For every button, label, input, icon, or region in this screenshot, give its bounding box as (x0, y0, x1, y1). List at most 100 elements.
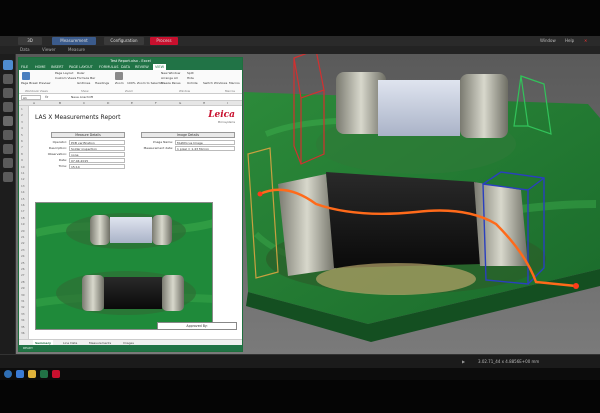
excel-window[interactable]: Test Report.xlsx - Excel FILE HOME INSER… (18, 57, 243, 352)
row-header[interactable]: 33 (21, 312, 25, 316)
layers-icon[interactable] (3, 74, 13, 84)
play-icon[interactable]: ▶ (462, 355, 465, 369)
las-icon[interactable] (52, 370, 60, 378)
row-header[interactable]: 5 (21, 133, 23, 137)
ribbon-freeze-panes[interactable]: Freeze Panes (161, 81, 181, 85)
row-header[interactable]: 2 (21, 113, 23, 117)
row-header[interactable]: 19 (21, 222, 25, 226)
fx-icon[interactable]: fx (45, 94, 48, 101)
tab-process[interactable]: Process (150, 37, 178, 45)
row-header[interactable]: 31 (21, 299, 25, 303)
row-header[interactable]: 27 (21, 273, 25, 277)
row-header[interactable]: 16 (21, 203, 25, 207)
image-icon[interactable] (3, 88, 13, 98)
help-menu[interactable]: Help (565, 37, 574, 45)
zoom-icon[interactable] (115, 72, 123, 80)
row-header[interactable]: 36 (21, 331, 25, 335)
ribbon-switch-windows[interactable]: Switch Windows (203, 81, 227, 85)
row-header[interactable]: 4 (21, 126, 23, 130)
ribbon-arrange-all[interactable]: Arrange All (161, 76, 178, 80)
excel-icon[interactable] (40, 370, 48, 378)
ribbon-hide[interactable]: Hide (187, 76, 194, 80)
field-value[interactable]: 07.04.2015 (69, 158, 125, 163)
sheet-body[interactable]: 1 2 3 4 5 6 7 8 9 10 11 12 13 14 15 16 17 18 19 20 21 22 23 24 2… (19, 106, 242, 339)
ribbon-unhide[interactable]: Unhide (187, 81, 198, 85)
field-value[interactable]: Multifocus Image (175, 140, 235, 145)
row-header[interactable]: 35 (21, 325, 25, 329)
stack-icon[interactable] (3, 144, 13, 154)
ribbon-gridlines[interactable]: Gridlines (77, 81, 90, 85)
ribbon-page-layout[interactable]: Page Layout (55, 71, 73, 75)
field-label: Observation: (47, 152, 67, 156)
sub-data[interactable]: Data (20, 46, 30, 54)
row-header[interactable]: 34 (21, 318, 25, 322)
normal-view-icon[interactable] (22, 72, 30, 80)
folder-icon[interactable] (28, 370, 36, 378)
export-icon[interactable] (3, 158, 13, 168)
row-header[interactable]: 17 (21, 209, 25, 213)
ribbon-zoom[interactable]: Zoom (115, 81, 124, 85)
row-header[interactable]: 28 (21, 280, 25, 284)
row-header[interactable]: 1 (21, 107, 23, 111)
row-header[interactable]: 3 (21, 120, 23, 124)
row-header[interactable]: 22 (21, 241, 25, 245)
row-header[interactable]: 8 (21, 152, 23, 156)
field-row: Date: 07.04.2015 (33, 158, 129, 163)
formula-bar: A1 fx Neue Anschrift (19, 94, 242, 101)
field-value[interactable]: PCB verification (69, 140, 125, 145)
ribbon-custom-views[interactable]: Custom Views (55, 76, 76, 80)
report-image (35, 202, 213, 330)
field-value[interactable]: Solder inspection (69, 146, 125, 151)
start-icon[interactable] (4, 370, 12, 378)
screen: 3D Measurement Configuration Process Win… (0, 0, 600, 413)
row-header[interactable]: 14 (21, 190, 25, 194)
row-header[interactable]: 32 (21, 305, 25, 309)
ie-icon[interactable] (16, 370, 24, 378)
ruler-icon[interactable] (3, 102, 13, 112)
sub-measure[interactable]: Measure (68, 46, 85, 54)
ribbon-headings[interactable]: Headings (95, 81, 109, 85)
camera-icon[interactable] (3, 130, 13, 140)
row-header[interactable]: 20 (21, 229, 25, 233)
field-value[interactable]: none (69, 152, 125, 157)
row-header[interactable]: 11 (21, 171, 25, 175)
window-menu[interactable]: Window (540, 37, 556, 45)
row-header[interactable]: 6 (21, 139, 23, 143)
field-value[interactable]: 1 pixel = 1.43 Micron (175, 146, 235, 151)
close-icon[interactable]: ✕ (584, 37, 587, 45)
sub-viewer[interactable]: Viewer (42, 46, 56, 54)
approved-by-field[interactable]: Approved By: (157, 322, 237, 330)
settings-icon[interactable] (3, 116, 13, 126)
tab-measurement[interactable]: Measurement (52, 37, 96, 45)
field-label: Description: (48, 146, 67, 150)
row-header[interactable]: 18 (21, 216, 25, 220)
row-header[interactable]: 24 (21, 254, 25, 258)
field-value[interactable]: 15:14 (69, 164, 125, 169)
report-icon[interactable] (3, 172, 13, 182)
row-header[interactable]: 12 (21, 177, 25, 181)
ribbon-zoom-100[interactable]: 100% (127, 81, 136, 85)
ribbon-split[interactable]: Split (187, 71, 194, 75)
row-header[interactable]: 29 (21, 286, 25, 290)
formula-input[interactable]: Neue Anschrift (71, 95, 241, 100)
row-header[interactable]: 30 (21, 293, 25, 297)
tab-configuration[interactable]: Configuration (104, 37, 144, 45)
row-header[interactable]: 25 (21, 261, 25, 265)
row-header[interactable]: 7 (21, 145, 23, 149)
ribbon-ruler[interactable]: Ruler (77, 71, 85, 75)
tab-3d[interactable]: 3D (18, 37, 42, 45)
name-box[interactable]: A1 (21, 95, 41, 100)
ribbon-new-window[interactable]: New Window (161, 71, 180, 75)
row-header[interactable]: 10 (21, 165, 25, 169)
left-toolbar (0, 54, 16, 354)
row-header[interactable]: 13 (21, 184, 25, 188)
monitor-icon[interactable] (3, 60, 13, 70)
row-header[interactable]: 21 (21, 235, 25, 239)
row-header[interactable]: 15 (21, 197, 25, 201)
ribbon-macros[interactable]: Macros (229, 81, 240, 85)
ribbon-page-break[interactable]: Page Break Preview (21, 81, 51, 85)
row-header[interactable]: 23 (21, 248, 25, 252)
row-header[interactable]: 9 (21, 158, 23, 162)
row-header[interactable]: 26 (21, 267, 25, 271)
ribbon-formula-bar[interactable]: Formula Bar (77, 76, 95, 80)
